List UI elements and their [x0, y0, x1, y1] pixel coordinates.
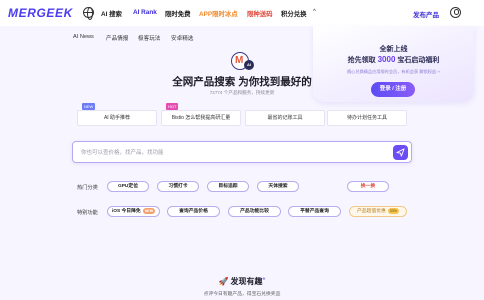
new-tag: NEW: [82, 103, 96, 110]
rocket-icon: 🚀: [218, 277, 229, 286]
user-icon[interactable]: [450, 7, 461, 18]
nav-item-ai-rank[interactable]: AI Rank: [133, 9, 157, 16]
nav-item-points[interactable]: 积分兑换: [281, 9, 307, 18]
search-input[interactable]: [81, 148, 381, 158]
send-icon: [396, 148, 405, 157]
discover-title: 🚀 发现有趣+: [218, 276, 266, 286]
search-box: [72, 141, 412, 163]
special-features-label: 特别功能: [77, 210, 98, 216]
subnav-android[interactable]: 安卓精选: [171, 34, 193, 42]
ai-badge: AI: [244, 60, 254, 70]
nav-item-app-freeze[interactable]: APP限时冰点: [199, 9, 238, 18]
shuffle-button[interactable]: 换一换: [347, 181, 389, 192]
suggestion-chip[interactable]: AI 助手推荐: [77, 110, 157, 126]
feature-compare[interactable]: 产品功能比较: [228, 206, 281, 217]
logo[interactable]: MERGEEK: [8, 6, 73, 20]
nav-item-ai-search[interactable]: AI 搜索: [101, 9, 122, 18]
hot-tag: HOT: [166, 103, 179, 110]
subnav-product-intel[interactable]: 产品情报: [106, 34, 128, 42]
category-pill[interactable]: 天体搜索: [257, 181, 299, 192]
subnav-ai-news[interactable]: AI News: [73, 34, 94, 40]
feature-alternative[interactable]: 平替产品查询: [288, 206, 341, 217]
hero-title: 全网产品搜索 为你找到最好的: [172, 76, 312, 88]
hero-subtitle: 72774 个产品和服务，持续更新: [209, 90, 275, 95]
suggestion-chip[interactable]: 最省的记账工具: [245, 110, 325, 126]
promo-headline: 抢先领取 3000 宝石启动福利: [347, 55, 440, 64]
category-pill[interactable]: GPU定位: [107, 181, 149, 192]
send-button[interactable]: [393, 145, 408, 160]
new-badge: NEW: [142, 207, 156, 214]
feature-deals[interactable]: 产品超值优惠 33%: [349, 206, 407, 217]
suggestion-chip[interactable]: Bistio 怎么帮我提高研汇量: [161, 110, 241, 126]
publish-button[interactable]: 发布产品: [413, 9, 439, 19]
feature-ios-free[interactable]: iOS 今日降免 NEW: [107, 206, 160, 217]
subnav-geek-play[interactable]: 极客玩法: [138, 34, 160, 42]
chevron-up-icon[interactable]: ^: [313, 9, 316, 15]
nav-item-free[interactable]: 限时免费: [165, 9, 191, 18]
hot-categories-label: 热门分类: [77, 185, 98, 191]
feature-price-query[interactable]: 查询产品价格: [167, 206, 220, 217]
nav-item-giveaway[interactable]: 限种送码: [247, 9, 273, 18]
globe-icon[interactable]: [83, 7, 94, 20]
discover-subtitle: 点评今日有趣产品，得宝石兑换奖品: [203, 292, 281, 297]
suggestion-chip[interactable]: 待办计划任务工具: [327, 110, 407, 126]
discount-badge: 33%: [387, 207, 399, 214]
category-pill[interactable]: 目标追踪: [207, 181, 249, 192]
promo-title: 全新上线: [379, 46, 408, 53]
category-pill[interactable]: 习惯打卡: [157, 181, 199, 192]
